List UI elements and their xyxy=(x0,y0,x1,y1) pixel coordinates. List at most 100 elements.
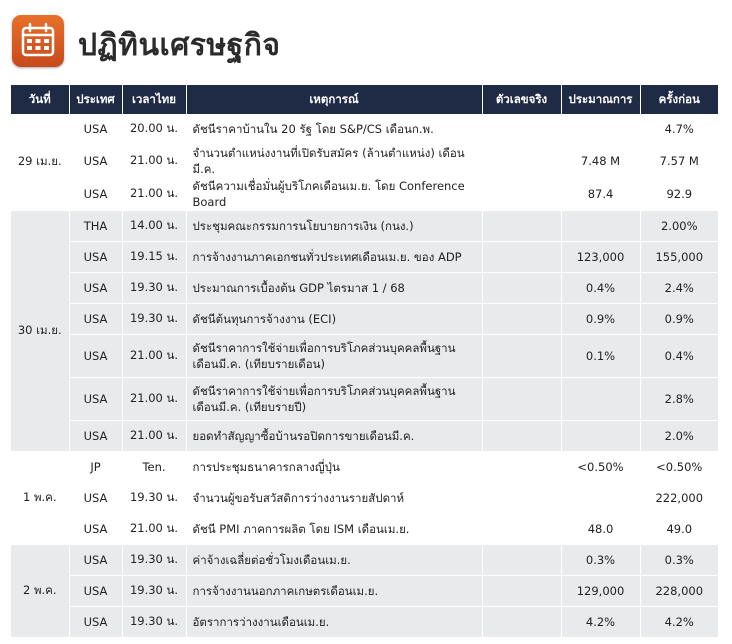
table-row: USA 19.30 น. จำนวนผู้ขอรับสวัสดิการว่างงาน… xyxy=(11,482,718,514)
previous-cell: 2.00% xyxy=(640,210,718,242)
previous-cell: 4.2% xyxy=(640,606,718,638)
country-cell: USA xyxy=(69,513,123,545)
time-cell: 19.30 น. xyxy=(122,303,187,335)
previous-cell: 155,000 xyxy=(640,241,718,273)
date-cell: 30 เม.ย. xyxy=(11,210,70,452)
time-cell: 21.00 น. xyxy=(122,513,187,545)
country-cell: USA xyxy=(69,303,123,335)
country-cell: USA xyxy=(69,144,123,178)
event-cell: จำนวนตำแหน่งงานที่เปิดรับสมัคร (ล้านตำแห… xyxy=(186,144,483,178)
country-cell: USA xyxy=(69,575,123,607)
actual-cell xyxy=(482,144,562,178)
event-cell: ค่าจ้างเฉลี่ยต่อชั่วโมงเดือนเม.ย. xyxy=(186,544,483,576)
forecast-cell xyxy=(561,114,641,145)
table-row: USA 21.00 น. ดัชนีราคาการใช้จ่ายเพื่อการบร… xyxy=(11,334,718,378)
time-cell: 20.00 น. xyxy=(122,114,187,145)
country-cell: USA xyxy=(69,420,123,452)
event-cell: ยอดทำสัญญาซื้อบ้านรอปิดการขายเดือนมี.ค. xyxy=(186,420,483,452)
table-row: USA 19.15 น. การจ้างงานภาคเอกชนทั่วประเทศเ… xyxy=(11,241,718,273)
event-cell: ดัชนีความเชื่อมั่นผู้บริโภคเดือนเม.ย. โด… xyxy=(186,177,483,211)
date-cell: 2 พ.ค. xyxy=(11,544,70,638)
forecast-cell: <0.50% xyxy=(561,451,641,483)
previous-cell: 0.3% xyxy=(640,544,718,576)
event-cell: อัตราการว่างงานเดือนเม.ย. xyxy=(186,606,483,638)
table-row: USA 21.00 น. จำนวนตำแหน่งงานที่เปิดรับสมัค… xyxy=(11,144,718,178)
previous-cell: <0.50% xyxy=(640,451,718,483)
forecast-cell: 4.2% xyxy=(561,606,641,638)
table-row: USA 21.00 น. ยอดทำสัญญาซื้อบ้านรอปิดการขาย… xyxy=(11,420,718,452)
actual-cell xyxy=(482,377,562,421)
table-body: 29 เม.ย. USA 20.00 น. ดัชนีราคาบ้านใน 20 รั… xyxy=(11,114,718,638)
time-cell: 21.00 น. xyxy=(122,420,187,452)
header-forecast: ประมาณการ xyxy=(561,85,641,114)
header-time: เวลาไทย xyxy=(122,85,187,114)
actual-cell xyxy=(482,334,562,378)
forecast-cell: 129,000 xyxy=(561,575,641,607)
previous-cell: 0.9% xyxy=(640,303,718,335)
actual-cell xyxy=(482,177,562,211)
actual-cell xyxy=(482,114,562,145)
forecast-cell: 7.48 M xyxy=(561,144,641,178)
time-cell: 21.00 น. xyxy=(122,177,187,211)
country-cell: USA xyxy=(69,377,123,421)
previous-cell: 228,000 xyxy=(640,575,718,607)
header-country: ประเทศ xyxy=(69,85,123,114)
country-cell: USA xyxy=(69,114,123,145)
previous-cell: 4.7% xyxy=(640,114,718,145)
previous-cell: 2.4% xyxy=(640,272,718,304)
time-cell: 19.30 น. xyxy=(122,606,187,638)
actual-cell xyxy=(482,272,562,304)
event-cell: การจ้างงานภาคเอกชนทั่วประเทศเดือนเม.ย. ข… xyxy=(186,241,483,273)
forecast-cell: 48.0 xyxy=(561,513,641,545)
event-cell: ดัชนี PMI ภาคการผลิต โดย ISM เดือนเม.ย. xyxy=(186,513,483,545)
date-cell: 1 พ.ค. xyxy=(11,451,70,545)
economic-calendar-table: วันที่ ประเทศ เวลาไทย เหตุการณ์ ตัวเลขจร… xyxy=(11,85,718,638)
country-cell: USA xyxy=(69,241,123,273)
header-previous: ครั้งก่อน xyxy=(640,85,718,114)
time-cell: 19.30 น. xyxy=(122,272,187,304)
table-row: USA 21.00 น. ดัชนีราคาการใช้จ่ายเพื่อการบร… xyxy=(11,377,718,421)
previous-cell: 2.0% xyxy=(640,420,718,452)
previous-cell: 222,000 xyxy=(640,482,718,514)
table-row: USA 19.30 น. ดัชนีต้นทุนการจ้างงาน (ECI) 0.… xyxy=(11,303,718,335)
event-cell: ประมาณการเบื้องต้น GDP ไตรมาส 1 / 68 xyxy=(186,272,483,304)
forecast-cell: 0.4% xyxy=(561,272,641,304)
time-cell: 21.00 น. xyxy=(122,144,187,178)
table-row: 29 เม.ย. USA 20.00 น. ดัชนีราคาบ้านใน 20 รั… xyxy=(11,114,718,211)
page-title: ปฏิทินเศรษฐกิจ xyxy=(78,28,281,63)
table-header: วันที่ ประเทศ เวลาไทย เหตุการณ์ ตัวเลขจร… xyxy=(11,85,718,114)
table-row: 2 พ.ค. USA 19.30 น. ค่าจ้างเฉลี่ยต่อชั่วโมง… xyxy=(11,544,718,638)
table-row: USA 19.30 น. การจ้างงานนอกภาคเกษตรเดือนเม.… xyxy=(11,575,718,607)
calendar-icon xyxy=(12,15,64,67)
event-cell: การจ้างงานนอกภาคเกษตรเดือนเม.ย. xyxy=(186,575,483,607)
country-cell: USA xyxy=(69,334,123,378)
actual-cell xyxy=(482,451,562,483)
table-row: USA 19.30 น. ประมาณการเบื้องต้น GDP ไตรมาส… xyxy=(11,272,718,304)
table-row: 30 เม.ย. THA 14.00 น. ประชุมคณะกรรมการนโยบา… xyxy=(11,210,718,452)
actual-cell xyxy=(482,606,562,638)
actual-cell xyxy=(482,482,562,514)
table-row: 1 พ.ค. JP Ten. การประชุมธนาคารกลางญี่ปุ่น <0… xyxy=(11,451,718,545)
forecast-cell: 87.4 xyxy=(561,177,641,211)
actual-cell xyxy=(482,420,562,452)
event-cell: ดัชนีราคาการใช้จ่ายเพื่อการบริโภคส่วนบุค… xyxy=(186,334,483,378)
previous-cell: 2.8% xyxy=(640,377,718,421)
country-cell: JP xyxy=(69,451,123,483)
event-cell: จำนวนผู้ขอรับสวัสดิการว่างงานรายสัปดาห์ xyxy=(186,482,483,514)
time-cell: 19.15 น. xyxy=(122,241,187,273)
forecast-cell: 0.1% xyxy=(561,334,641,378)
table-row: USA 19.30 น. อัตราการว่างงานเดือนเม.ย. 4.2%… xyxy=(11,606,718,638)
actual-cell xyxy=(482,303,562,335)
actual-cell xyxy=(482,241,562,273)
time-cell: 21.00 น. xyxy=(122,377,187,421)
forecast-cell xyxy=(561,377,641,421)
event-cell: การประชุมธนาคารกลางญี่ปุ่น xyxy=(186,451,483,483)
country-cell: THA xyxy=(69,210,123,242)
header-date: วันที่ xyxy=(11,85,70,114)
header-event: เหตุการณ์ xyxy=(186,85,483,114)
previous-cell: 49.0 xyxy=(640,513,718,545)
page-header: ปฏิทินเศรษฐกิจ xyxy=(0,0,732,84)
country-cell: USA xyxy=(69,482,123,514)
time-cell: 21.00 น. xyxy=(122,334,187,378)
event-cell: ดัชนีต้นทุนการจ้างงาน (ECI) xyxy=(186,303,483,335)
